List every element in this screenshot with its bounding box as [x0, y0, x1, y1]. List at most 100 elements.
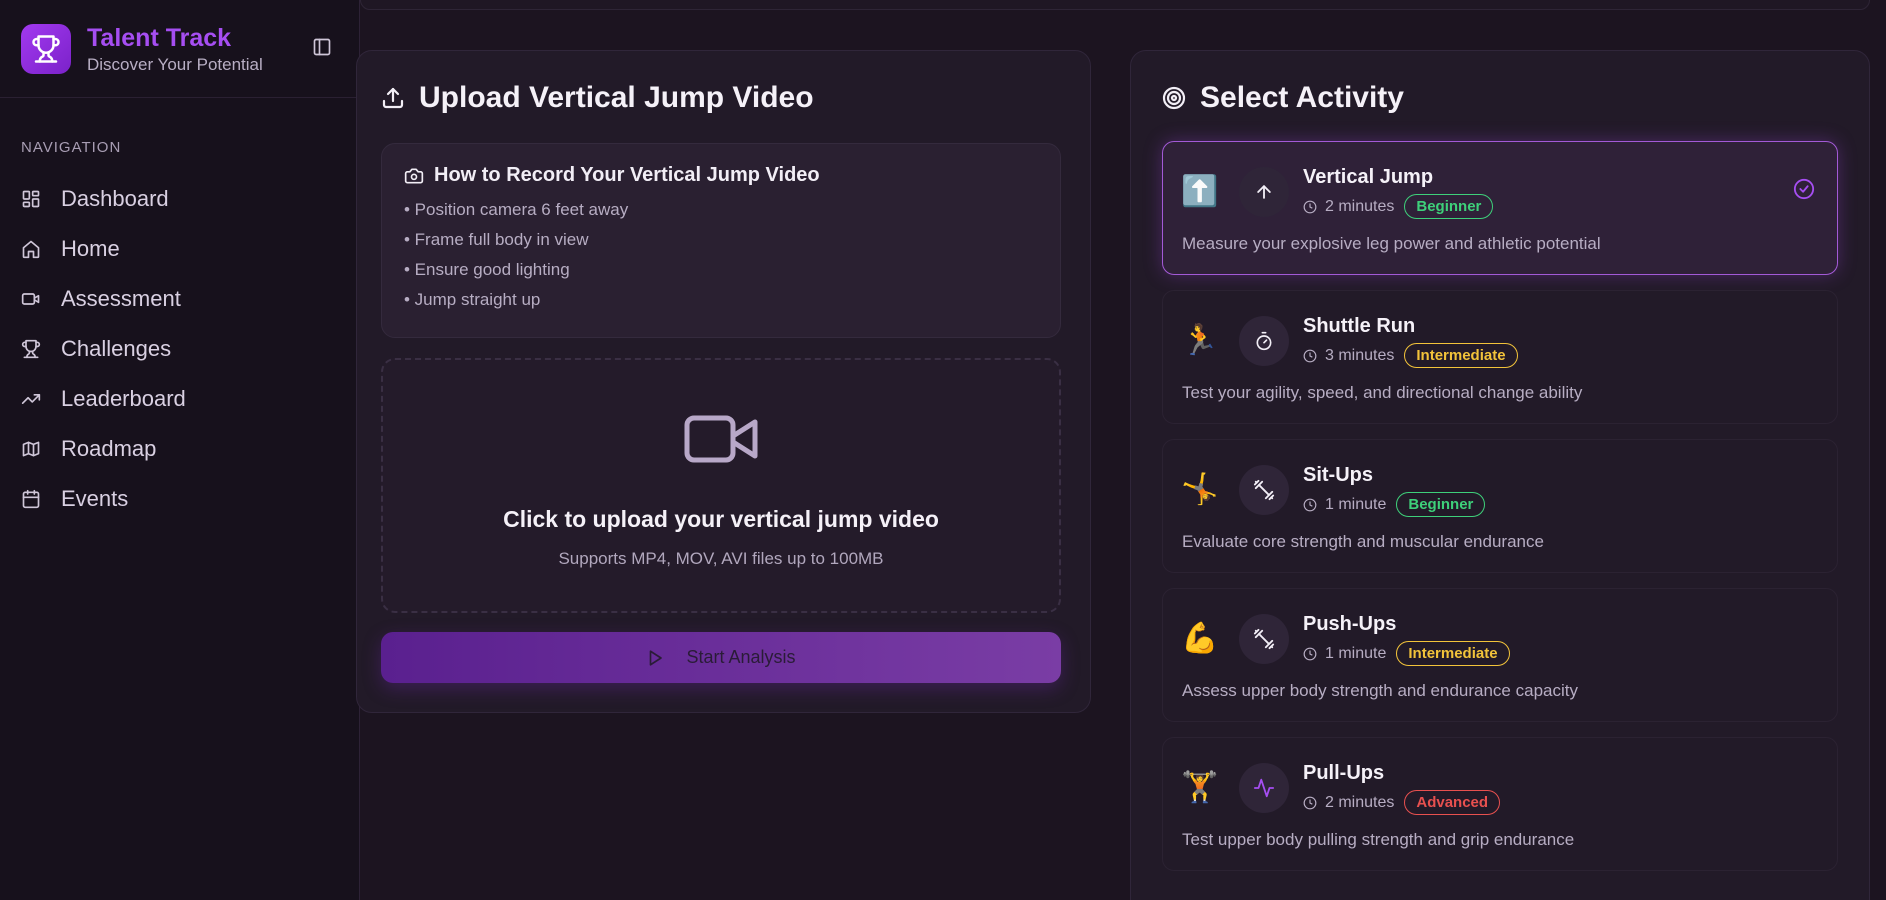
- dropzone-title: Click to upload your vertical jump video: [503, 506, 939, 532]
- tip-item: • Frame full body in view: [404, 230, 589, 249]
- upload-icon: [381, 86, 405, 110]
- activity-name: Push-Ups: [1303, 613, 1397, 635]
- dropzone-subtitle: Supports MP4, MOV, AVI files up to 100MB: [558, 549, 884, 568]
- sidebar: Talent Track Discover Your Potential NAV…: [0, 0, 360, 900]
- activity-description: Measure your explosive leg power and ath…: [1182, 234, 1601, 253]
- clock-icon: [1303, 349, 1317, 363]
- target-icon: [1162, 86, 1186, 110]
- tips-title-text: How to Record Your Vertical Jump Video: [434, 164, 820, 186]
- activity-meta: 1 minute Intermediate: [1303, 641, 1510, 666]
- home-icon: [21, 239, 51, 259]
- activity-duration: 1 minute: [1325, 495, 1387, 513]
- dumbbell-icon: [1239, 614, 1289, 664]
- sidebar-item-label: Roadmap: [61, 436, 157, 461]
- activity-item-vertical-jump[interactable]: ⬆️ Vertical Jump 2 minutes Beginner Meas…: [1162, 141, 1838, 275]
- timer-icon: [1239, 316, 1289, 366]
- activity-title-text: Select Activity: [1200, 81, 1404, 114]
- level-badge: Intermediate: [1404, 343, 1518, 368]
- tip-item: • Jump straight up: [404, 290, 541, 309]
- activity-emoji: 🏋️: [1181, 771, 1219, 804]
- activity-name: Vertical Jump: [1303, 166, 1434, 188]
- video-upload-dropzone[interactable]: Click to upload your vertical jump video…: [381, 358, 1061, 613]
- video-icon: [21, 289, 51, 309]
- brand-title: Talent Track: [87, 23, 232, 52]
- clock-icon: [1303, 796, 1317, 810]
- sidebar-item-assessment[interactable]: Assessment: [21, 274, 341, 324]
- activity-description: Test your agility, speed, and directiona…: [1182, 383, 1583, 402]
- sidebar-item-challenges[interactable]: Challenges: [21, 324, 341, 374]
- level-badge: Advanced: [1404, 790, 1501, 815]
- calendar-icon: [21, 489, 51, 509]
- clock-icon: [1303, 647, 1317, 661]
- activity-duration: 1 minute: [1325, 644, 1387, 662]
- sidebar-item-label: Assessment: [61, 286, 181, 311]
- activity-meta: 1 minute Beginner: [1303, 492, 1486, 517]
- arrow-up-icon: [1239, 167, 1289, 217]
- activity-item-push-ups[interactable]: 💪 Push-Ups 1 minute Intermediate Assess …: [1162, 588, 1838, 722]
- app-root: Talent Track Discover Your Potential NAV…: [0, 0, 1886, 900]
- play-icon: [646, 649, 664, 667]
- activity-name: Sit-Ups: [1303, 464, 1373, 486]
- activity-item-shuttle-run[interactable]: 🏃 Shuttle Run 3 minutes Intermediate Tes…: [1162, 290, 1838, 424]
- sidebar-item-label: Home: [61, 236, 120, 261]
- sidebar-item-label: Events: [61, 486, 129, 511]
- activity-description: Evaluate core strength and muscular endu…: [1182, 532, 1544, 551]
- sidebar-item-leaderboard[interactable]: Leaderboard: [21, 374, 341, 424]
- sidebar-item-label: Challenges: [61, 336, 172, 361]
- activity-description: Test upper body pulling strength and gri…: [1182, 830, 1575, 849]
- level-badge: Beginner: [1396, 492, 1486, 517]
- clock-icon: [1303, 498, 1317, 512]
- tip-item: • Position camera 6 feet away: [404, 200, 629, 219]
- activity-duration: 3 minutes: [1325, 346, 1395, 364]
- activity-description: Assess upper body strength and endurance…: [1182, 681, 1578, 700]
- recording-tips: How to Record Your Vertical Jump Video •…: [381, 143, 1061, 338]
- activity-name: Pull-Ups: [1303, 762, 1385, 784]
- sidebar-toggle-icon[interactable]: [310, 35, 334, 59]
- sidebar-item-events[interactable]: Events: [21, 474, 341, 524]
- start-analysis-button[interactable]: Start Analysis: [381, 632, 1061, 683]
- camera-icon: [404, 166, 424, 186]
- trophy-icon: [21, 339, 51, 359]
- level-badge: Beginner: [1404, 194, 1494, 219]
- video-camera-icon: [683, 412, 759, 471]
- top-panel-edge: [360, 0, 1870, 10]
- dashboard-icon: [21, 189, 51, 209]
- activity-duration: 2 minutes: [1325, 197, 1395, 215]
- sidebar-item-home[interactable]: Home: [21, 224, 341, 274]
- sidebar-nav: Dashboard Home Assessment Challenges Lea…: [21, 174, 341, 524]
- activity-meta: 3 minutes Intermediate: [1303, 343, 1518, 368]
- dumbbell-icon: [1239, 465, 1289, 515]
- brand-subtitle: Discover Your Potential: [87, 54, 263, 74]
- sidebar-item-dashboard[interactable]: Dashboard: [21, 174, 341, 224]
- level-badge: Intermediate: [1396, 641, 1510, 666]
- upload-title-text: Upload Vertical Jump Video: [419, 81, 814, 114]
- activity-emoji: 💪: [1181, 622, 1219, 655]
- activity-name: Shuttle Run: [1303, 315, 1416, 337]
- upload-card: Upload Vertical Jump Video How to Record…: [356, 50, 1091, 713]
- activity-item-sit-ups[interactable]: 🤸 Sit-Ups 1 minute Beginner Evaluate cor…: [1162, 439, 1838, 573]
- activity-item-pull-ups[interactable]: 🏋️ Pull-Ups 2 minutes Advanced Test uppe…: [1162, 737, 1838, 871]
- tips-title: How to Record Your Vertical Jump Video: [404, 164, 1038, 187]
- activity-pulse-icon: [1239, 763, 1289, 813]
- activity-emoji: 🏃: [1181, 324, 1219, 357]
- sidebar-item-label: Dashboard: [61, 186, 169, 211]
- tip-item: • Ensure good lighting: [404, 260, 570, 279]
- activity-card: Select Activity ⬆️ Vertical Jump 2 minut…: [1130, 50, 1870, 900]
- brand: Talent Track Discover Your Potential: [0, 0, 359, 98]
- trophy-logo-icon: [21, 23, 71, 74]
- sidebar-item-roadmap[interactable]: Roadmap: [21, 424, 341, 474]
- trending-up-icon: [21, 389, 51, 409]
- nav-section-label: NAVIGATION: [21, 139, 122, 156]
- activity-meta: 2 minutes Advanced: [1303, 790, 1501, 815]
- activity-emoji: 🤸: [1181, 473, 1219, 506]
- activity-emoji: ⬆️: [1181, 175, 1219, 208]
- sidebar-item-label: Leaderboard: [61, 386, 186, 411]
- map-icon: [21, 439, 51, 459]
- clock-icon: [1303, 200, 1317, 214]
- check-circle-icon: [1793, 178, 1815, 200]
- activity-meta: 2 minutes Beginner: [1303, 194, 1494, 219]
- tips-list: • Position camera 6 feet away • Frame fu…: [404, 195, 1038, 315]
- upload-title: Upload Vertical Jump Video: [381, 81, 814, 115]
- activity-title: Select Activity: [1162, 81, 1404, 115]
- activity-duration: 2 minutes: [1325, 793, 1395, 811]
